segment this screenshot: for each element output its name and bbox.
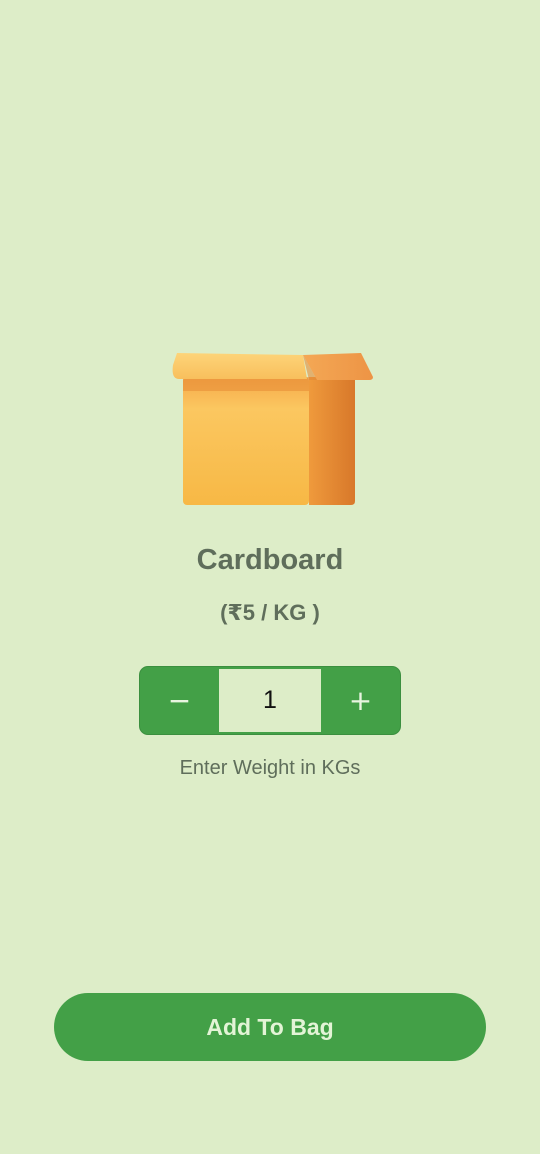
decrement-button[interactable]: − [140, 667, 219, 734]
cardboard-box-icon [172, 353, 373, 505]
weight-helper-text: Enter Weight in KGs [179, 757, 361, 779]
add-to-bag-button[interactable]: Add To Bag [54, 993, 486, 1061]
weight-value-container [219, 667, 321, 734]
increment-button[interactable]: + [321, 667, 400, 734]
weight-input[interactable] [219, 686, 321, 715]
product-price: (₹5 / KG ) [220, 600, 320, 625]
weight-stepper: − + [139, 666, 401, 735]
product-name: Cardboard [196, 544, 344, 576]
